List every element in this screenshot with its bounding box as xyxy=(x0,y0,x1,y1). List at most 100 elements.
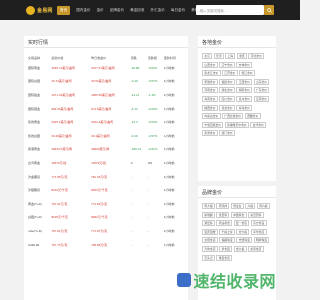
instrument-name[interactable]: 沪金期货 xyxy=(28,170,51,184)
table-row[interactable]: 国际白银 33.13美元/盎司 33.50美元/盎司 -0.19 -0.57% 1小时前 xyxy=(28,75,184,89)
tag-link[interactable]: 龙凤金店 xyxy=(247,245,264,252)
tag-link[interactable]: 江西金价 xyxy=(236,78,253,85)
tag-link[interactable]: 太阳金店 xyxy=(202,237,218,244)
tag-link[interactable]: 广西壮族金价 xyxy=(221,113,244,120)
tag-link[interactable]: 金至尊 xyxy=(216,211,230,218)
tag-link[interactable]: 陕西金价 xyxy=(202,104,218,111)
tag-link[interactable]: 石头记 xyxy=(202,254,215,261)
tag-link[interactable]: 吉林金价 xyxy=(236,61,253,68)
table-row[interactable]: 沪金期货 771.85元/克 781.46元/克 - - 1小时前 xyxy=(28,170,184,184)
tag-link[interactable]: 安徽金价 xyxy=(202,78,218,85)
tag-link[interactable]: 黑龙江金价 xyxy=(202,70,221,77)
instrument-name[interactable]: 台湾黄金 xyxy=(28,156,51,170)
tag-link[interactable]: 内蒙古金价 xyxy=(202,113,221,120)
tag-link[interactable]: 重庆 xyxy=(236,53,247,59)
tag-link[interactable]: 金六福 xyxy=(233,245,247,252)
table-row[interactable]: mAu(T+D) 767.81元/克 771.87元/克 - - 1小时前 xyxy=(28,224,184,238)
tag-link[interactable]: 宁夏回族金价 xyxy=(202,121,224,128)
tag-link[interactable]: 吉盟珠宝 xyxy=(236,237,253,244)
instrument-name[interactable]: mAu(T+D) xyxy=(28,224,51,238)
instrument-name[interactable]: 国际白银 xyxy=(28,75,51,89)
tag-link[interactable]: 福麒珠宝 xyxy=(219,237,235,244)
tag-link[interactable]: 上海 xyxy=(225,53,236,59)
tag-link[interactable]: 宝庆银楼 xyxy=(202,228,218,235)
tag-link[interactable]: 香港金价 xyxy=(202,130,218,137)
tag-link[interactable]: 浙江金价 xyxy=(239,70,255,77)
watermark-logo-icon xyxy=(177,273,192,287)
tag-link[interactable]: 澳门金价 xyxy=(219,130,235,137)
tag-link[interactable]: 云南金价 xyxy=(253,95,270,102)
tag-link[interactable]: 金大福 xyxy=(236,228,250,235)
instrument-name[interactable]: 沪银期货 xyxy=(28,183,51,197)
instrument-name[interactable]: 香港黄金 xyxy=(28,143,51,157)
instrument-name[interactable]: 伦敦黄金 xyxy=(28,115,51,129)
instrument-name[interactable]: 国际钯金 xyxy=(28,102,51,116)
table-row[interactable]: 台湾黄金 11879元/钱 11879元/钱 0 0% 1小时前 xyxy=(28,156,184,170)
tag-link[interactable]: 萃华金店 xyxy=(250,228,267,235)
tag-link[interactable]: 河北金价 xyxy=(248,53,265,59)
tag-link[interactable]: 湖南金价 xyxy=(236,87,253,94)
table-row[interactable]: 香港黄金 30633.0港元/两 30820港元/两 -180.14 -0.61% 1小时… xyxy=(28,143,184,157)
tag-link[interactable]: 台湾金价 xyxy=(250,121,267,128)
nav-item[interactable]: 金价 xyxy=(97,8,104,13)
tag-link[interactable]: 梦金园 xyxy=(219,245,233,252)
tag-link[interactable]: 谢瑞麟 xyxy=(202,211,215,218)
tag-link[interactable]: 河南金价 xyxy=(202,87,218,94)
table-row[interactable]: Au99.99 767.76元/克 768.88元/克 - - 1小时前 xyxy=(28,238,184,252)
tag-link[interactable]: 湖北金价 xyxy=(219,87,235,94)
tag-link[interactable]: 潮宏基 xyxy=(202,220,215,227)
table-row[interactable]: 伦敦白银 33.28美元/盎司 33.4美元/盎司 -0.19 -0.57% 1小时前 xyxy=(28,129,184,143)
tag-link[interactable]: 北京 xyxy=(202,53,213,59)
tag-link[interactable]: 新疆维吾尔金价 xyxy=(224,121,249,128)
tag-link[interactable]: 珠宝金店 xyxy=(216,254,233,261)
tag-link[interactable]: 福建金价 xyxy=(219,78,235,85)
tag-link[interactable]: 六福 xyxy=(245,203,256,209)
instrument-name[interactable]: Au99.99 xyxy=(28,238,51,252)
table-row[interactable]: 白银(T+D) 8195元/千克 8282元/千克 - - 1小时前 xyxy=(28,211,184,225)
tag-link[interactable]: 周大福 xyxy=(202,203,215,209)
tag-link[interactable]: 明牌珠宝 xyxy=(253,237,270,244)
tag-link[interactable]: 亚一金店 xyxy=(233,220,250,227)
tag-link[interactable]: 山西金价 xyxy=(202,61,218,68)
tag-link[interactable]: 菜百首饰 xyxy=(247,211,264,218)
nav-item[interactable]: 首页 xyxy=(57,5,71,15)
tag-link[interactable]: 天津 xyxy=(213,53,224,59)
tag-link[interactable]: 贵州金价 xyxy=(236,95,253,102)
tag-link[interactable]: 山东金价 xyxy=(253,78,270,85)
tag-link[interactable]: 中国黄金 xyxy=(230,211,247,218)
tag-link[interactable]: 老庙黄金 xyxy=(216,220,233,227)
instrument-name[interactable]: 黄金(T+D) xyxy=(28,197,51,211)
tag-link[interactable]: 四川金价 xyxy=(219,95,235,102)
table-row[interactable]: 伦敦黄金 3325.1美元/盎司 3342.4美元/盎司 -21.3 -0.64% 1小时… xyxy=(28,115,184,129)
instrument-name[interactable]: 国际铂金 xyxy=(28,88,51,102)
tag-link[interactable]: 周生生 xyxy=(230,203,244,209)
tag-link[interactable]: 老凤祥 xyxy=(216,203,230,209)
tag-link[interactable]: 西藏金价 xyxy=(244,113,261,120)
instrument-name[interactable]: 国际黄金 xyxy=(28,61,51,75)
tag-link[interactable]: 江苏金价 xyxy=(221,70,238,77)
nav-item[interactable]: 黄金回收 xyxy=(130,8,144,13)
tag-link[interactable]: 千禧之星 xyxy=(219,228,235,235)
nav-item[interactable]: 品牌金价 xyxy=(110,8,124,13)
tag-link[interactable]: 广东金价 xyxy=(253,87,270,94)
tag-link[interactable]: 齐鲁金店 xyxy=(202,245,218,252)
table-row[interactable]: 沪银期货 8210元/千克 8253元/千克 - - 1小时前 xyxy=(28,183,184,197)
search-input[interactable]: 输入关键词搜索... xyxy=(196,5,264,15)
instrument-name[interactable]: 伦敦白银 xyxy=(28,129,51,143)
tag-link[interactable]: 周六福 xyxy=(256,203,270,209)
instrument-name[interactable]: 白银(T+D) xyxy=(28,211,51,225)
tag-link[interactable]: 辽宁金价 xyxy=(219,61,235,68)
nav-item[interactable]: 外汇金价 xyxy=(151,8,165,13)
tag-link[interactable]: 东方金钰 xyxy=(250,220,267,227)
tag-link[interactable]: 青海金价 xyxy=(236,104,253,111)
table-row[interactable]: 国际铂金 1071.15美元/盎司 1085.56美元/盎司 -14.11 -1.3% 1… xyxy=(28,88,184,102)
table-row[interactable]: 国际黄金 3296.74美元/盎司 3317.67美元/盎司 -20.89 -0.62%… xyxy=(28,61,184,75)
table-row[interactable]: 国际钯金 964.66美元/盎司 974.8美元/盎司 -6.12 -0.63% 1小时前 xyxy=(28,102,184,116)
nav-item[interactable]: 国内金价 xyxy=(76,8,90,13)
nav-item[interactable]: 每日金价 xyxy=(171,8,185,13)
tag-link[interactable]: 海南金价 xyxy=(202,95,218,102)
search-button[interactable] xyxy=(264,5,274,15)
site-logo[interactable]: 金易网 xyxy=(26,5,53,15)
table-row[interactable]: 黄金(T+D) 767.91元/克 771.84元/克 - - 1小时前 xyxy=(28,197,184,211)
tag-link[interactable]: 甘肃金价 xyxy=(219,104,235,111)
